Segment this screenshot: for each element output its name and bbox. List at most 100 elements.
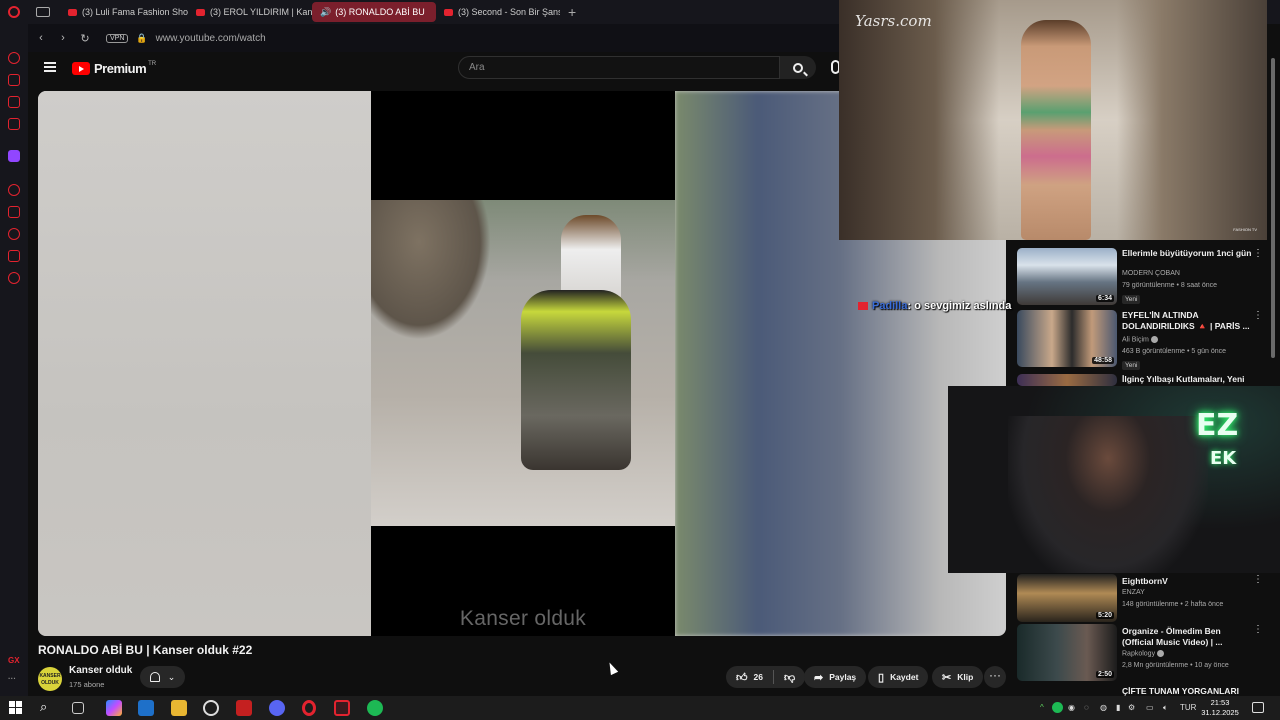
recommendation-title[interactable]: EYFEL'İN ALTINDA DOLANDIRILDIKS 🔺 | PARİ… [1122, 310, 1252, 332]
kebab-menu-icon[interactable]: ⋮ [1253, 248, 1263, 259]
channel-avatar[interactable]: KANSER OLDUK [38, 667, 62, 691]
clock[interactable]: 21:53 31.12.2025 [1200, 698, 1240, 718]
youtube-favicon-icon [196, 8, 205, 16]
spotify-tray-icon[interactable] [1052, 702, 1063, 713]
recommendation-item[interactable]: 2:50 Organize - Ölmedim Ben (Official Mu… [1017, 624, 1265, 684]
recommendation-item[interactable]: 6:34 Ellerimle büyütüyorum 1nci gün MODE… [1017, 248, 1265, 308]
channel-name[interactable]: Kanser olduk [69, 665, 132, 676]
player-icon[interactable] [8, 118, 20, 130]
search-icon [793, 62, 803, 73]
share-button[interactable]: ➦ Paylaş [804, 666, 867, 688]
notification-center-icon[interactable] [1252, 702, 1264, 713]
messenger-icon[interactable] [8, 96, 20, 108]
scrollbar-thumb[interactable] [1271, 58, 1275, 358]
settings-icon[interactable] [8, 272, 20, 284]
opera-gx-icon[interactable] [334, 700, 350, 716]
chat-message: Padilla: o sevgimiz aslında [858, 300, 1011, 312]
opera-logo-icon[interactable] [0, 0, 28, 24]
mic-tray-icon[interactable]: ▮ [1116, 696, 1120, 720]
forward-icon[interactable]: › [54, 32, 72, 44]
notification-bell-button[interactable]: ⌄ [140, 666, 185, 688]
video-scene [371, 200, 675, 526]
recommendation-title[interactable]: ÇİFTE TUNAM YORGANLARI [1122, 686, 1252, 696]
video-thumbnail[interactable]: 2:50 [1017, 624, 1117, 681]
video-thumbnail[interactable]: 6:34 [1017, 248, 1117, 305]
bookmarks-icon[interactable] [8, 206, 20, 218]
audience-left-image [839, 0, 999, 240]
scrollbar[interactable] [1269, 48, 1277, 688]
kebab-menu-icon[interactable]: ⋮ [1253, 310, 1263, 321]
video-thumbnail[interactable]: 5:20 [1017, 574, 1117, 622]
discord-tray-icon[interactable]: ◉ [1068, 696, 1075, 720]
back-icon[interactable]: ‹ [32, 32, 50, 44]
voicemod-icon[interactable] [236, 700, 252, 716]
recommendation-title[interactable]: Organize - Ölmedim Ben (Official Music V… [1122, 626, 1252, 648]
search-input[interactable]: Ara [458, 56, 780, 79]
thumbs-down-icon[interactable]: 👎︎ [784, 671, 795, 684]
tab-overview-icon[interactable] [36, 7, 50, 17]
vpn-badge[interactable]: VPN [106, 33, 129, 43]
recommendation-title[interactable]: EightbornV [1122, 576, 1252, 587]
copilot-icon[interactable] [106, 700, 122, 716]
tray-chevron-icon[interactable]: ^ [1040, 696, 1044, 720]
more-icon[interactable]: ··· [8, 674, 16, 683]
workspace-icon[interactable] [8, 74, 20, 86]
obs-icon[interactable] [203, 700, 219, 716]
more-actions-button[interactable]: ··· [984, 666, 1006, 688]
video-thumbnail[interactable] [1017, 374, 1117, 386]
discord-icon[interactable] [269, 700, 285, 716]
recommendation-item[interactable]: 48:58 EYFEL'İN ALTINDA DOLANDIRILDIKS 🔺 … [1017, 310, 1265, 370]
youtube-logo[interactable]: Premium TR [72, 61, 156, 76]
app-tray-icon[interactable]: ◍ [1100, 696, 1107, 720]
kebab-menu-icon[interactable]: ⋮ [1253, 574, 1263, 585]
speed-dial-icon[interactable] [8, 184, 20, 196]
like-count[interactable]: 26 [754, 672, 763, 682]
volume-icon[interactable]: 🔈︎ [1163, 696, 1168, 720]
bookmark-icon: ▯ [878, 671, 885, 684]
video-thumbnail[interactable]: 48:58 [1017, 310, 1117, 367]
language-indicator[interactable]: TUR [1180, 696, 1196, 720]
save-button[interactable]: ▯ Kaydet [868, 666, 929, 688]
thumbs-up-icon[interactable]: 👍︎ [736, 671, 748, 684]
tab-label: (3) EROL YILDIRIM | Kanse [210, 7, 312, 17]
recommendation-channel[interactable]: MODERN ÇOBAN [1122, 270, 1180, 277]
tab-second-son-bir-sans[interactable]: (3) Second - Son Bir Şans [436, 2, 560, 22]
mail-icon[interactable] [138, 700, 154, 716]
search-icon[interactable]: ⌕ [40, 700, 56, 716]
recommendation-channel[interactable]: Ali Biçim [1122, 336, 1158, 343]
task-view-icon[interactable] [72, 702, 84, 714]
extensions-icon[interactable] [8, 250, 20, 262]
aria-icon[interactable] [8, 52, 20, 64]
network-tray-icon[interactable]: ◌ [1084, 696, 1089, 720]
url-field[interactable]: www.youtube.com/watch [156, 33, 266, 44]
video-caption: Kanser olduk [459, 607, 587, 630]
twitch-icon[interactable] [8, 150, 20, 162]
tab-ronaldo-abi-bu[interactable]: 🔊 (3) RONALDO ABİ BU [312, 2, 436, 22]
tab-luli-fama[interactable]: (3) Luli Fama Fashion Show [60, 2, 188, 22]
settings-tray-icon[interactable]: ⚙ [1128, 696, 1135, 720]
history-icon[interactable] [8, 228, 20, 240]
windows-start-icon[interactable] [9, 701, 22, 714]
recommendation-channel[interactable]: Rapkology [1122, 650, 1165, 657]
recommendation-title[interactable]: Ellerimle büyütüyorum 1nci gün [1122, 248, 1252, 259]
neon-sign-line1: EZ [1196, 408, 1239, 443]
menu-icon[interactable] [44, 62, 56, 72]
opera-icon[interactable] [302, 700, 316, 716]
spotify-icon[interactable] [367, 700, 383, 716]
duration-badge: 6:34 [1095, 295, 1114, 302]
kebab-menu-icon[interactable]: ⋮ [1253, 624, 1263, 635]
gx-label[interactable]: GX [8, 656, 20, 665]
recommendation-item[interactable]: İlginç Yılbaşı Kutlamaları, Yeni [1017, 374, 1265, 386]
recommendation-title[interactable]: İlginç Yılbaşı Kutlamaları, Yeni [1122, 374, 1252, 385]
recommendation-meta: 463 B görüntülenme • 5 gün önce [1122, 348, 1227, 355]
reload-icon[interactable]: ↻ [76, 32, 94, 45]
display-tray-icon[interactable]: ▭ [1146, 696, 1154, 720]
recommendation-channel[interactable]: ENZAY [1122, 589, 1145, 596]
recommendation-item[interactable]: ÇİFTE TUNAM YORGANLARI [1017, 684, 1265, 696]
clip-button[interactable]: ✂ Klip [932, 666, 984, 688]
tab-erol-yildirim[interactable]: (3) EROL YILDIRIM | Kanse [188, 2, 312, 22]
file-explorer-icon[interactable] [171, 700, 187, 716]
chat-username: Padilla [872, 300, 908, 312]
new-tab-button[interactable]: + [568, 4, 576, 20]
search-button[interactable] [780, 56, 816, 79]
